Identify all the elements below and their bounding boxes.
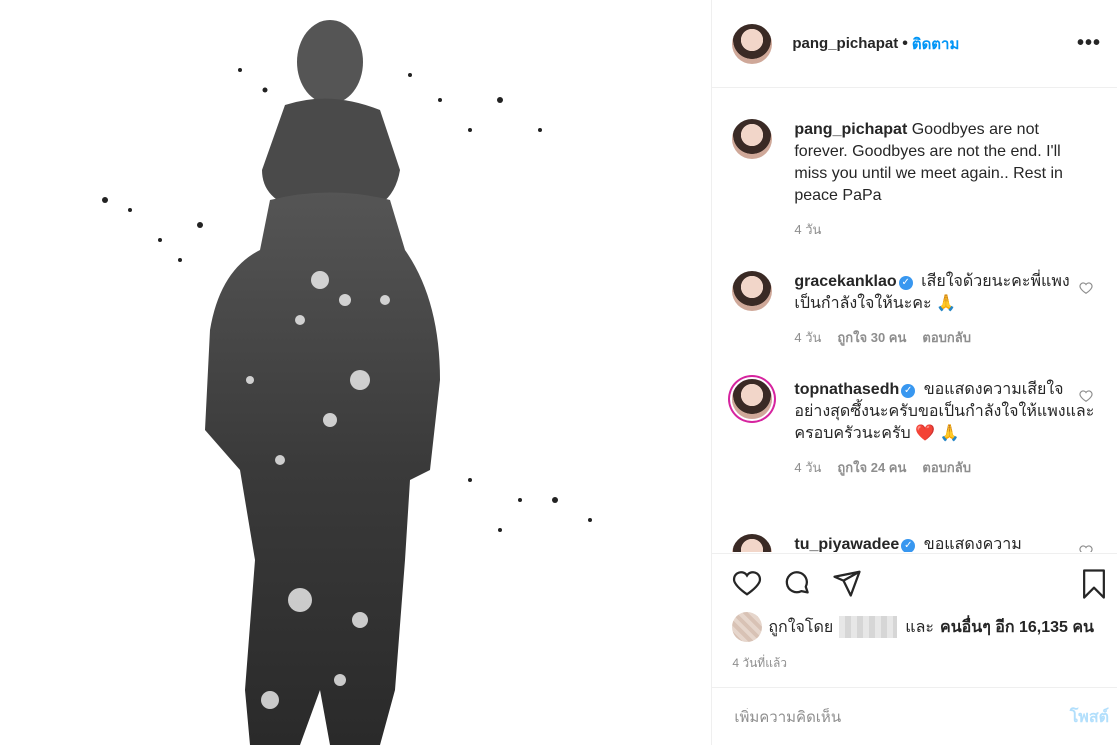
share-icon[interactable] <box>832 568 862 598</box>
caption-avatar[interactable] <box>732 119 773 159</box>
reply-button[interactable]: ตอบกลับ <box>922 327 971 349</box>
commenter-avatar[interactable] <box>732 271 773 311</box>
comment-item: tu_piyawadee ✓ ขอแสดงความ <box>732 534 1101 552</box>
caption-time[interactable]: 4 วัน <box>794 219 821 241</box>
commenter-username[interactable]: gracekanklao <box>794 273 896 290</box>
comment-time[interactable]: 4 วัน <box>794 327 821 349</box>
verified-icon: ✓ <box>901 384 916 398</box>
post-image[interactable] <box>0 0 713 745</box>
caption-username[interactable]: pang_pichapat <box>794 121 907 138</box>
liker-name-blurred[interactable] <box>839 616 898 638</box>
commenter-username[interactable]: tu_piyawadee <box>794 536 899 552</box>
post-sidebar: pang_pichapat • ติดตาม ••• pang_pichapat… <box>712 0 1117 745</box>
author-username[interactable]: pang_pichapat <box>792 35 898 52</box>
comments-list[interactable]: pang_pichapat Goodbyes are not forever. … <box>712 89 1117 552</box>
comment-box: โพสต์ <box>712 687 1117 746</box>
heart-icon[interactable] <box>1079 544 1093 552</box>
separator-dot: • <box>902 34 908 52</box>
likes-others-count[interactable]: คนอื่นๆ อีก 16,135 คน <box>940 615 1094 640</box>
liked-by-prefix: ถูกใจโดย <box>768 618 834 636</box>
verified-icon: ✓ <box>898 276 913 290</box>
author-avatar[interactable] <box>732 23 773 64</box>
comment-likes[interactable]: ถูกใจ 24 คน <box>837 457 906 479</box>
likes-summary: ถูกใจโดย และ คนอื่นๆ อีก 16,135 คน <box>732 612 1107 642</box>
caption: pang_pichapat Goodbyes are not forever. … <box>732 119 1101 241</box>
more-icon[interactable]: ••• <box>1077 32 1101 55</box>
comment-text: ขอแสดงความ <box>923 536 1022 552</box>
comment-likes[interactable]: ถูกใจ 30 คน <box>837 327 906 349</box>
comment-item: gracekanklao ✓ เสียใจด้วยนะคะพี่แพง เป็นก… <box>732 271 1101 349</box>
bookmark-icon[interactable] <box>1079 568 1109 600</box>
comment-input[interactable] <box>732 707 1070 727</box>
comment-time[interactable]: 4 วัน <box>794 457 821 479</box>
heart-icon[interactable] <box>1079 389 1093 403</box>
comment-icon[interactable] <box>782 568 812 598</box>
comment-item: topnathasedh ✓ ขอแสดงความเสียใจอย่างสุดซึ… <box>732 379 1101 479</box>
reply-button[interactable]: ตอบกลับ <box>922 457 971 479</box>
post-timestamp[interactable]: 4 วันที่แล้ว <box>732 654 787 673</box>
silhouette-illustration <box>102 20 592 745</box>
post-dialog: pang_pichapat • ติดตาม ••• pang_pichapat… <box>0 0 1117 745</box>
liker-avatar[interactable] <box>732 612 763 642</box>
post-actions: ถูกใจโดย และ คนอื่นๆ อีก 16,135 คน 4 วัน… <box>712 553 1117 746</box>
like-heart-icon[interactable] <box>732 568 762 598</box>
follow-button[interactable]: ติดตาม <box>912 32 960 56</box>
commenter-avatar[interactable] <box>732 379 773 419</box>
post-comment-button[interactable]: โพสต์ <box>1070 705 1109 730</box>
verified-icon: ✓ <box>901 539 916 552</box>
commenter-avatar[interactable] <box>732 534 773 552</box>
post-header: pang_pichapat • ติดตาม ••• <box>712 0 1117 88</box>
commenter-username[interactable]: topnathasedh <box>794 381 899 398</box>
likes-and: และ <box>905 618 934 636</box>
heart-icon[interactable] <box>1079 281 1093 295</box>
